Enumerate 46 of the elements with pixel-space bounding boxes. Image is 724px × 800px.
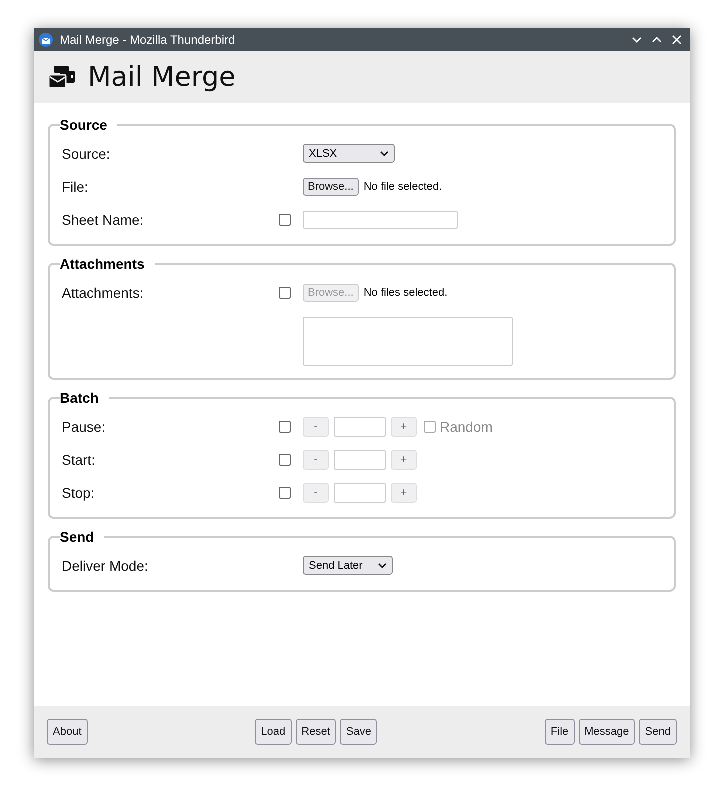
field-label: Source: <box>62 146 112 162</box>
window-title: Mail Merge - Mozilla Thunderbird <box>60 32 236 46</box>
checkbox[interactable] <box>279 486 291 498</box>
footer-button[interactable]: Save <box>340 719 378 745</box>
field-label: Deliver Mode: <box>62 558 150 574</box>
mail-stack-icon <box>48 65 76 89</box>
file-status: No files selected. <box>364 286 448 298</box>
footer-button[interactable]: Message <box>578 719 636 745</box>
footer-button[interactable]: Send <box>639 719 677 745</box>
field-label: Start: <box>62 452 96 468</box>
field-label: Stop: <box>62 484 96 500</box>
footer-button[interactable]: File <box>544 719 575 745</box>
browse-button[interactable]: Browse... <box>303 178 359 196</box>
checkbox-label: Random <box>440 418 493 434</box>
footer-button[interactable]: About <box>47 719 88 745</box>
number-field[interactable] <box>334 450 386 470</box>
decrement-button[interactable]: - <box>303 482 329 502</box>
dropdown[interactable]: XLSX <box>303 144 395 163</box>
field-label: Sheet Name: <box>62 212 145 228</box>
file-status: No file selected. <box>364 180 442 192</box>
section-title: Send <box>60 529 96 545</box>
number-field[interactable] <box>334 416 386 436</box>
section-title: Source <box>60 117 108 133</box>
decrement-button[interactable]: - <box>303 416 329 436</box>
increment-button[interactable]: + <box>391 450 417 470</box>
field-label: Pause: <box>62 418 107 434</box>
app-icon <box>38 32 54 48</box>
increment-button[interactable]: + <box>391 482 417 502</box>
dropdown[interactable]: Send Later <box>303 556 393 575</box>
input-field[interactable] <box>303 210 458 228</box>
number-field[interactable] <box>334 482 386 502</box>
caret-icon <box>380 150 389 156</box>
increment-button[interactable]: + <box>391 416 417 436</box>
section-title: Attachments <box>60 256 146 272</box>
caret-icon <box>378 562 387 568</box>
section-title: Batch <box>60 390 100 406</box>
decrement-button[interactable]: - <box>303 450 329 470</box>
checkbox[interactable] <box>279 214 291 226</box>
checkbox[interactable] <box>279 420 291 432</box>
checkbox[interactable] <box>279 454 291 466</box>
field-label: File: <box>62 178 90 194</box>
close-icon[interactable] <box>670 32 684 46</box>
footer-button[interactable]: Reset <box>296 719 336 745</box>
footer-button[interactable]: Load <box>255 719 292 745</box>
page-title: Mail Merge <box>88 62 236 92</box>
field-label: Attachments: <box>62 284 145 300</box>
